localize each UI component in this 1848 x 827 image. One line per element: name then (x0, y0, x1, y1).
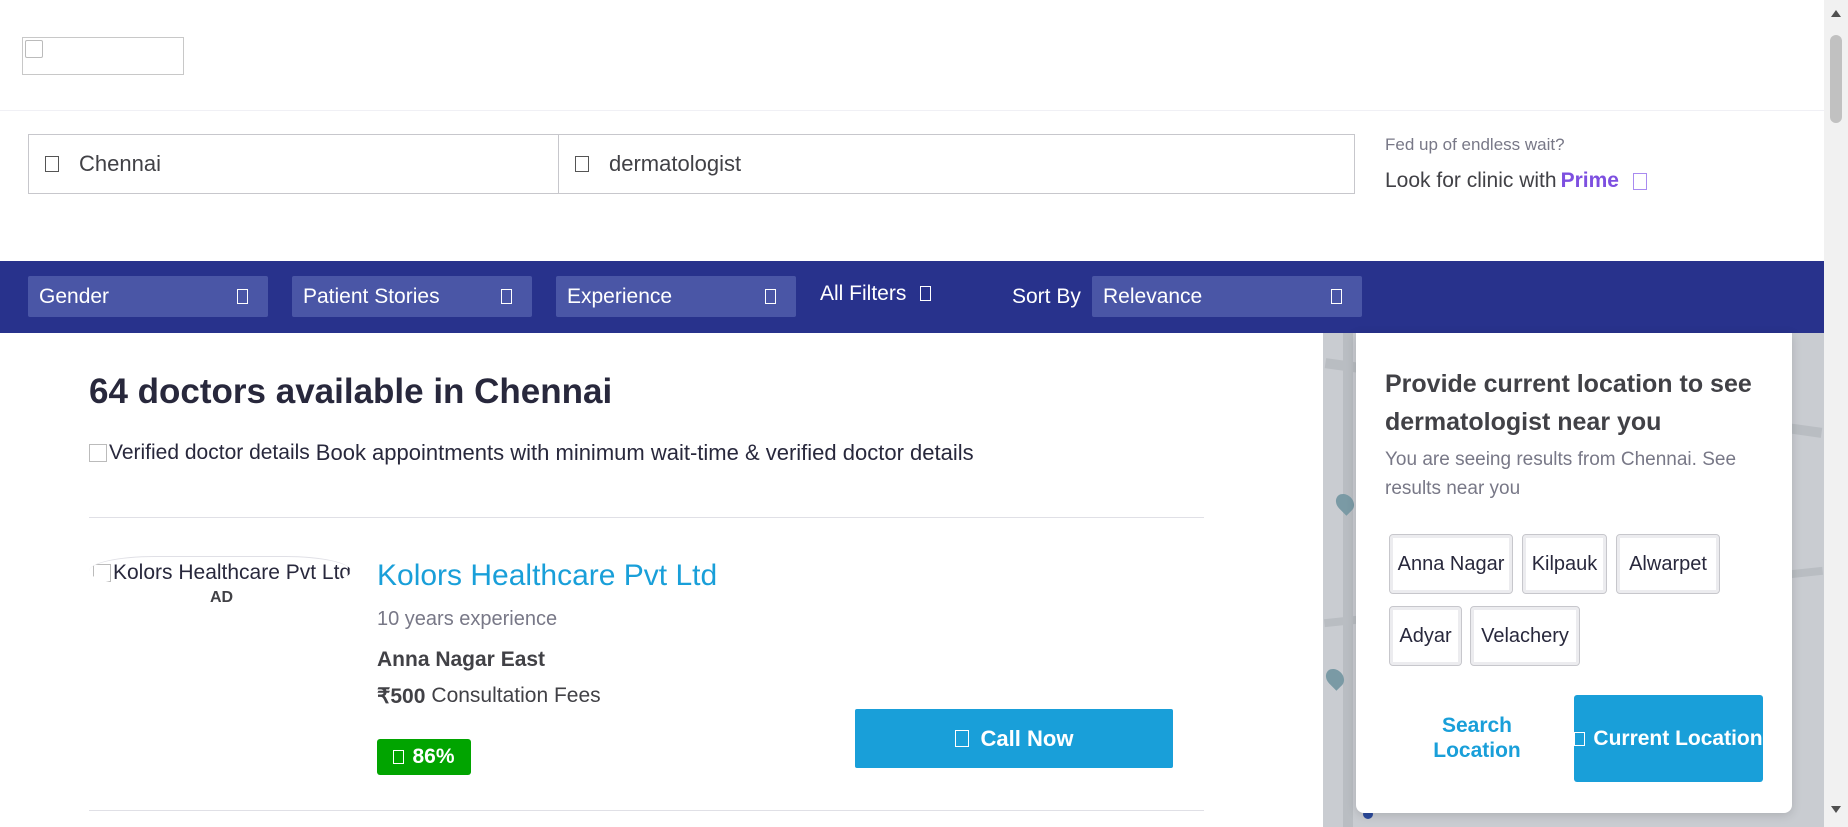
ad-tag: AD (210, 589, 234, 606)
rating-badge: 86% (377, 739, 471, 775)
all-filters-button[interactable]: All Filters (820, 273, 932, 314)
specialty-search-input[interactable]: dermatologist (559, 135, 1354, 193)
results-title: 64 doctors available in Chennai (89, 372, 613, 411)
verified-text: Book appointments with minimum wait-time… (315, 440, 974, 465)
current-location-button[interactable]: Current Location (1574, 695, 1763, 782)
doctor-experience: 10 years experience (377, 608, 558, 630)
locality-chip[interactable]: Alwarpet (1616, 534, 1720, 594)
phone-icon (954, 730, 969, 747)
chevron-down-icon (501, 289, 512, 304)
specialty-value: dermatologist (609, 151, 742, 176)
locality-chip[interactable]: Velachery (1470, 606, 1580, 666)
scroll-down-icon[interactable] (1831, 806, 1841, 813)
chevron-down-icon (1331, 289, 1342, 304)
chevron-down-icon (765, 289, 776, 304)
thumbs-up-icon (393, 750, 405, 764)
location-value: Chennai (79, 151, 161, 176)
filter-bar: Gender Patient Stories Experience All Fi… (0, 261, 1824, 333)
divider (89, 517, 1204, 518)
crosshair-icon (1574, 732, 1586, 746)
patient-stories-filter[interactable]: Patient Stories (292, 276, 532, 317)
search-icon (575, 156, 589, 172)
verified-banner: Verified doctor details Book appointment… (89, 440, 974, 466)
consultation-fee: ₹500 Consultation Fees (377, 684, 601, 709)
prime-check-icon (1632, 172, 1647, 190)
locality-chip[interactable]: Adyar (1389, 606, 1462, 666)
scroll-up-icon[interactable] (1831, 10, 1841, 17)
prime-link[interactable]: Look for clinic with Prime (1385, 169, 1647, 193)
location-icon (45, 156, 59, 172)
all-filters-label: All Filters (820, 281, 907, 305)
page-scrollbar[interactable] (1824, 0, 1848, 827)
sort-dropdown[interactable]: Relevance (1092, 276, 1362, 317)
doctor-name-link[interactable]: Kolors Healthcare Pvt Ltd (377, 559, 717, 593)
doctor-locality: Anna Nagar East (377, 648, 546, 671)
prime-question: Fed up of endless wait? (1385, 135, 1565, 154)
location-search-input[interactable]: Chennai (29, 135, 559, 193)
search-bar: Chennai dermatologist (28, 134, 1355, 194)
doctor-photo[interactable]: Kolors Healthcare Pvt Ltd (89, 556, 351, 586)
divider (89, 810, 1204, 811)
search-location-button[interactable]: Search Location (1412, 713, 1542, 763)
map-road (1343, 333, 1353, 827)
prime-lead-text: Look for clinic with (1385, 169, 1557, 192)
locality-chip[interactable]: Kilpauk (1522, 534, 1607, 594)
locality-chip[interactable]: Anna Nagar (1389, 534, 1513, 594)
prime-brand: Prime (1560, 169, 1619, 192)
fee-amount: ₹500 (377, 685, 426, 708)
site-logo[interactable] (22, 37, 184, 75)
current-location-label: Current Location (1593, 727, 1763, 750)
chevron-down-icon (920, 286, 932, 301)
doctor-photo-alt: Kolors Healthcare Pvt Ltd (93, 561, 351, 585)
sort-by-label: Sort By (1012, 284, 1081, 308)
experience-filter[interactable]: Experience (556, 276, 796, 317)
rating-value: 86% (412, 745, 455, 768)
popup-title: Provide current location to see dermatol… (1385, 370, 1752, 436)
verified-badge-image: Verified doctor details (89, 441, 310, 465)
patient-stories-label: Patient Stories (303, 284, 440, 308)
experience-filter-label: Experience (567, 284, 673, 308)
gender-filter-label: Gender (39, 284, 110, 308)
chevron-down-icon (237, 289, 248, 304)
sort-value: Relevance (1103, 284, 1203, 308)
site-header (0, 0, 1824, 111)
map-pin-icon (1332, 490, 1358, 516)
prime-promo: Fed up of endless wait? Look for clinic … (1385, 135, 1647, 193)
call-now-label: Call Now (980, 725, 1074, 751)
popup-subtitle: You are seeing results from Chennai. See… (1385, 449, 1737, 499)
gender-filter[interactable]: Gender (28, 276, 268, 317)
fee-label: Consultation Fees (431, 684, 601, 707)
call-now-button[interactable]: Call Now (855, 709, 1173, 768)
scrollbar-thumb[interactable] (1830, 35, 1842, 123)
location-popup: Provide current location to see dermatol… (1356, 333, 1792, 813)
